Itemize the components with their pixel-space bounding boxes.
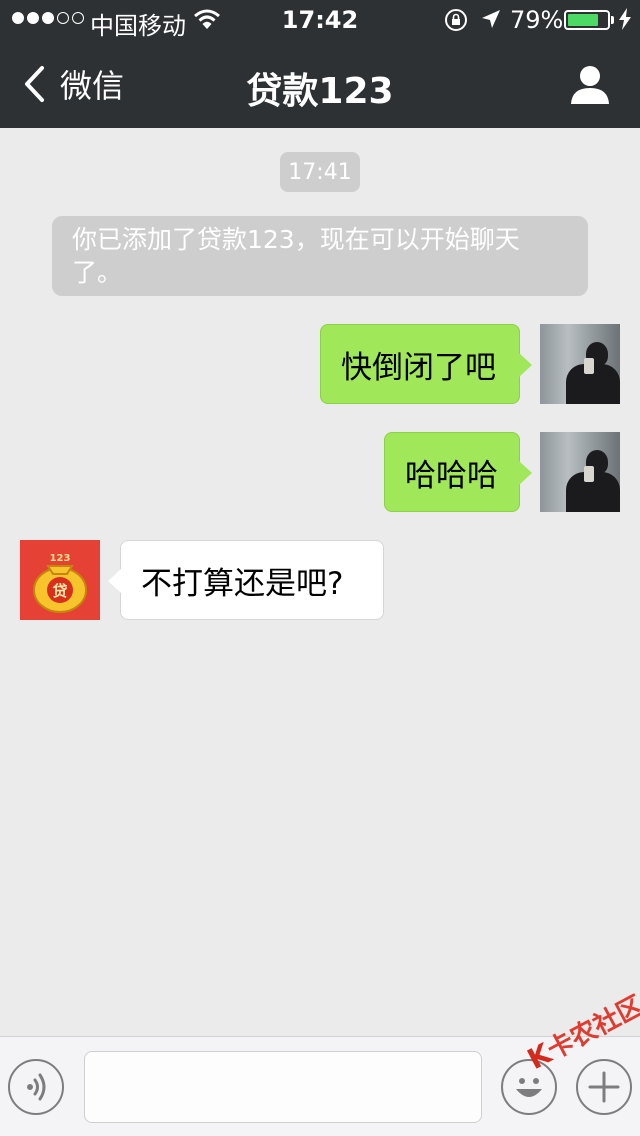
top-bar: 中国移动 17:42 79% 微信 贷款123 [0,0,640,128]
voice-icon [27,1073,46,1101]
avatar-figure [584,358,594,374]
message-text: 快倒闭了吧 [341,349,496,386]
more-button[interactable] [576,1059,632,1115]
message-bubble-incoming[interactable]: 不打算还是吧? [108,540,384,620]
message-bubble-outgoing[interactable]: 哈哈哈 [384,432,532,512]
charging-bolt-icon [619,8,631,30]
bubble-tail [519,461,532,485]
status-bar: 中国移动 17:42 79% [0,0,640,40]
my-avatar[interactable] [540,324,620,404]
chat-title: 贷款123 [246,71,394,112]
message-text: 不打算还是吧? [141,565,344,602]
timestamp-badge: 17:41 [280,152,360,192]
avatar-figure [584,466,594,482]
battery-level [568,14,599,26]
bubble-tail [108,569,121,593]
bag-coins-text: 123 [50,553,71,564]
message-input[interactable] [84,1051,482,1123]
my-avatar[interactable] [540,432,620,512]
battery-percent: 79% [510,6,564,34]
battery-icon [564,10,610,30]
message-bubble-outgoing[interactable]: 快倒闭了吧 [320,324,532,404]
bubble-tail [519,353,532,377]
person-icon[interactable] [568,62,612,106]
rotation-lock-icon [445,9,467,31]
navigation-bar: 微信 贷款123 [0,40,640,128]
plus-icon [588,1071,620,1103]
money-bag-icon: 贷 123 [33,553,87,613]
bag-glyph: 贷 [52,582,67,600]
system-message: 你已添加了贷款123，现在可以开始聊天了。 [52,216,588,296]
message-text: 哈哈哈 [405,457,498,494]
contact-avatar[interactable]: 贷 123 [20,540,100,620]
voice-button[interactable] [8,1059,64,1115]
location-arrow-icon [482,10,500,28]
battery-cap [611,16,614,24]
